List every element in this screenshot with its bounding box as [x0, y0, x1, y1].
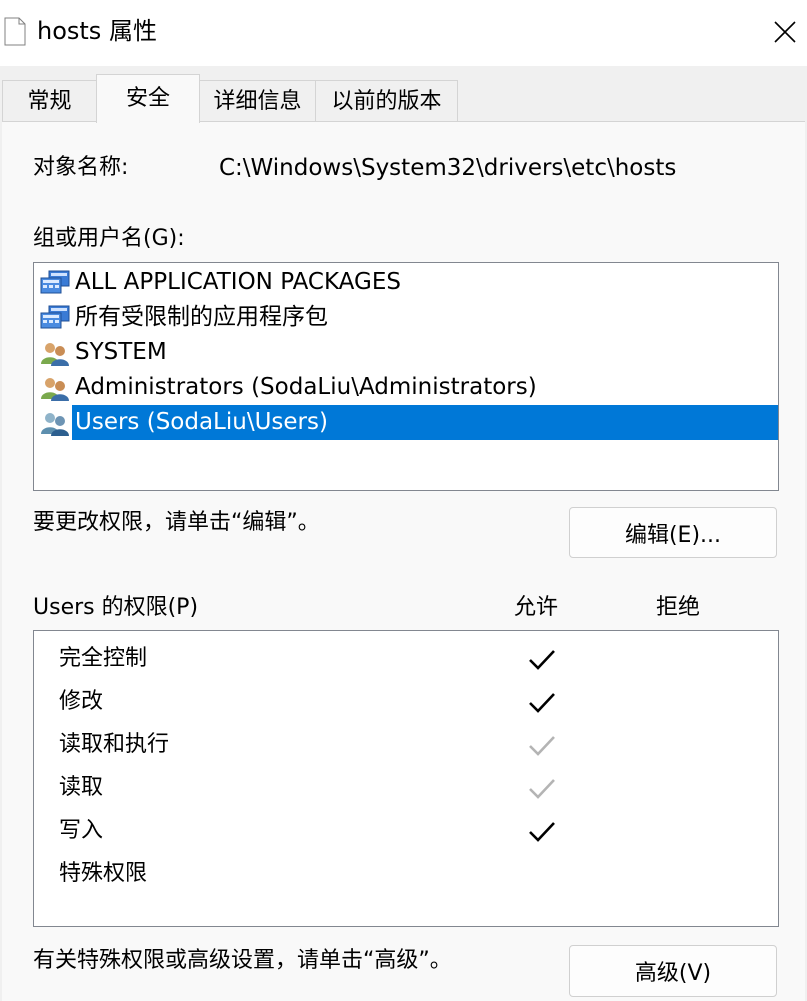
check-inherited-icon: [529, 736, 555, 756]
close-button[interactable]: [764, 10, 806, 54]
advanced-button[interactable]: 高级(V): [569, 945, 777, 997]
group-item-label: 所有受限制的应用程序包: [75, 304, 328, 330]
app-packages-icon: [40, 305, 70, 328]
permission-name: 读取: [59, 775, 104, 800]
edit-button[interactable]: 编辑(E)...: [569, 507, 777, 558]
group-item-system[interactable]: SYSTEM: [34, 335, 778, 370]
group-item-users[interactable]: Users (SodaLiu\Users): [34, 405, 778, 440]
document-icon: [4, 17, 26, 46]
permissions-listbox: 完全控制 修改 读取和执行 读取 写入 特殊权限: [33, 630, 779, 927]
permission-row-modify: 修改: [34, 681, 778, 724]
title-bar: hosts 属性: [0, 0, 807, 66]
app-packages-icon: [40, 270, 70, 293]
permission-row-read: 读取: [34, 767, 778, 810]
permission-name: 读取和执行: [59, 732, 170, 757]
permission-name: 写入: [59, 818, 104, 843]
security-panel: 对象名称: C:\Windows\System32\drivers\etc\ho…: [2, 121, 805, 1001]
check-icon: [529, 650, 555, 670]
group-item-administrators[interactable]: Administrators (SodaLiu\Administrators): [34, 370, 778, 405]
check-icon: [529, 822, 555, 842]
user-group-icon: [41, 342, 69, 366]
object-name-label: 对象名称:: [33, 155, 129, 180]
check-inherited-icon: [529, 779, 555, 799]
user-group-icon: [41, 377, 69, 401]
group-item-all-app-packages[interactable]: ALL APPLICATION PACKAGES: [34, 265, 778, 300]
permission-row-special: 特殊权限: [34, 853, 778, 896]
tab-security[interactable]: 安全: [96, 74, 200, 123]
window-title: hosts 属性: [37, 17, 157, 45]
allow-column-header: 允许: [514, 595, 559, 620]
tab-previous-versions[interactable]: 以前的版本: [315, 80, 458, 122]
permission-row-write: 写入: [34, 810, 778, 853]
permission-name: 特殊权限: [59, 861, 148, 886]
permission-name: 完全控制: [59, 646, 148, 671]
deny-column-header: 拒绝: [656, 595, 701, 620]
group-item-label: Users (SodaLiu\Users): [72, 405, 778, 440]
check-icon: [529, 693, 555, 713]
permissions-label: Users 的权限(P): [33, 595, 199, 620]
edit-hint: 要更改权限，请单击“编辑”。: [33, 510, 320, 535]
group-item-label: Administrators (SodaLiu\Administrators): [75, 374, 537, 400]
group-item-restricted-app-packages[interactable]: 所有受限制的应用程序包: [34, 300, 778, 335]
close-icon: [774, 21, 796, 43]
tab-details[interactable]: 详细信息: [199, 80, 316, 122]
groups-label: 组或用户名(G):: [33, 226, 185, 251]
advanced-hint: 有关特殊权限或高级设置，请单击“高级”。: [33, 948, 452, 973]
permission-row-read-execute: 读取和执行: [34, 724, 778, 767]
user-group-icon: [41, 412, 69, 436]
object-name-value: C:\Windows\System32\drivers\etc\hosts: [219, 155, 677, 181]
groups-listbox[interactable]: ALL APPLICATION PACKAGES 所有受限制的应用程序包 SYS…: [33, 262, 779, 491]
group-item-label: ALL APPLICATION PACKAGES: [75, 269, 401, 295]
group-item-label: SYSTEM: [75, 339, 167, 365]
tab-general[interactable]: 常规: [2, 80, 97, 122]
permission-row-full-control: 完全控制: [34, 638, 778, 681]
permission-name: 修改: [59, 689, 104, 714]
